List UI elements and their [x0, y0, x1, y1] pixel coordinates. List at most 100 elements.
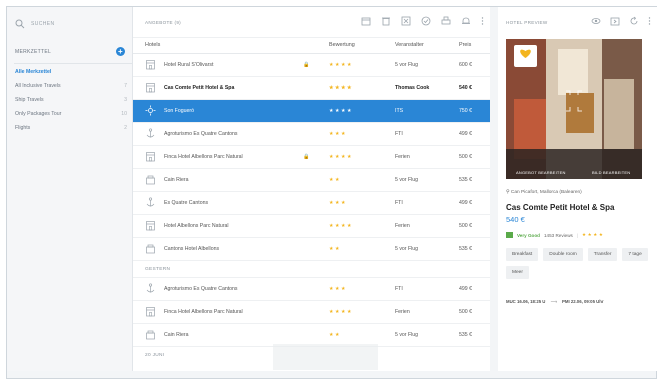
merkzettel-list: Alle Merkzettel All Inclusive Travels 7 Shi… [15, 69, 127, 139]
price-cell: 499 € [459, 131, 472, 137]
offers-title: ANGEBOTE (9) [145, 20, 182, 25]
house-icon [146, 175, 155, 185]
operator-cell: 5 vor Flug [395, 62, 419, 68]
table-row[interactable]: Es Quatre Cantons ★★★ FTI 499 € [133, 192, 490, 215]
tag-list: Breakfast Double room Transfer 7 tage Meer [506, 248, 651, 279]
sidebar-item[interactable]: Only Packages Tour 10 [15, 111, 127, 117]
hotel-photo[interactable]: ANGEBOT BEARBEITEN BILD BEARBEITEN [506, 39, 642, 179]
trip-rating-icon [506, 232, 513, 238]
feature-tag[interactable]: Double room [543, 248, 583, 261]
stars-cell: ★★ [329, 332, 341, 338]
col-hotels[interactable]: Hotels [145, 42, 160, 48]
operator-cell: FTI [395, 286, 403, 292]
table-row[interactable]: Cas Comte Petit Hotel & Spa ★★★★ Thomas Co… [133, 77, 490, 100]
group-label: GESTERN [145, 267, 171, 272]
price-cell: 500 € [459, 309, 472, 315]
operator-cell: 5 vor Flug [395, 246, 419, 252]
hotel-name: Cas Comte Petit Hotel & Spa [506, 203, 615, 212]
share-icon[interactable] [610, 16, 620, 26]
col-operator[interactable]: Veranstalter [395, 42, 424, 48]
hotel-building-icon [146, 152, 155, 162]
hotel-name-cell: Cantons Hotel Albellons [164, 246, 220, 252]
price-cell: 750 € [459, 108, 472, 114]
sidebar-item[interactable]: Alle Merkzettel [15, 69, 127, 75]
table-row[interactable]: Agroturismo Es Quatre Cantons ★★★ FTI 499 € [133, 123, 490, 146]
flight-back: PMI 22.06, 09:05 Uhr [562, 299, 604, 304]
edit-offer-button[interactable]: ANGEBOT BEARBEITEN [516, 170, 566, 175]
table-row[interactable]: Hotel Albellons Parc Natural ★★★★ Ferien 50… [133, 215, 490, 238]
feature-tag[interactable]: 7 tage [622, 248, 648, 261]
hotel-building-icon [146, 307, 155, 317]
operator-cell: Ferien [395, 309, 410, 315]
close-box-icon[interactable] [401, 16, 411, 26]
offers-toolbar: ANGEBOTE (9) [133, 7, 490, 38]
search-box[interactable]: SUCHEN [15, 19, 55, 29]
table-row[interactable]: Finca Hotel Albellons Parc Natural ★★★★ Fe… [133, 301, 490, 324]
flight-arrow-icon: ⟶ [550, 299, 557, 304]
sidebar: SUCHEN MERKZETTEL + Alle Merkzettel All I… [7, 7, 133, 371]
price-cell: 499 € [459, 200, 472, 206]
hotel-name-cell: Es Quatre Cantons [164, 200, 209, 206]
sidebar-item-meta: 10 [121, 111, 127, 117]
anchor-icon [146, 197, 155, 207]
hotel-building-icon [146, 60, 155, 70]
add-list-button[interactable]: + [116, 47, 125, 56]
hotel-price: 540 € [506, 215, 525, 224]
feature-tag[interactable]: Breakfast [506, 248, 539, 261]
hotel-name-cell: Finca Hotel Albellons Parc Natural [164, 154, 243, 160]
price-cell: 499 € [459, 286, 472, 292]
table-row[interactable]: Son Fogueró ★★★★ ITS 750 € [133, 100, 490, 123]
price-cell: 500 € [459, 154, 472, 160]
stars-cell: ★★★★ [329, 154, 353, 160]
sidebar-item-meta: 7 [124, 83, 127, 89]
sidebar-item-label: Alle Merkzettel [15, 69, 52, 75]
anchor-icon [146, 128, 155, 138]
col-rating[interactable]: Bewertung [329, 42, 355, 48]
operator-cell: Ferien [395, 154, 410, 160]
operator-cell: 5 vor Flug [395, 177, 419, 183]
feature-tag[interactable]: Transfer [587, 248, 618, 261]
stars-cell: ★★★ [329, 131, 347, 137]
merkzettel-title: MERKZETTEL [15, 48, 52, 55]
sidebar-item-count: 7 [124, 83, 127, 89]
calendar-icon[interactable] [361, 16, 371, 26]
bell-icon[interactable] [461, 16, 471, 26]
operator-cell: Ferien [395, 223, 410, 229]
more-icon[interactable] [648, 16, 651, 26]
hotel-name-cell: Hotel Rural S'Olivarst [164, 62, 214, 68]
table-row[interactable]: Cain Riera ★★ 5 vor Flug 535 € [133, 169, 490, 192]
print-icon[interactable] [441, 16, 451, 26]
sidebar-item[interactable]: All Inclusive Travels 7 [15, 83, 127, 89]
table-row[interactable]: Agroturismo Es Quatre Cantons ★★★ FTI 499 € [133, 278, 490, 301]
table-row[interactable]: Finca Hotel Albellons Parc Natural 🔒 ★★★★ F… [133, 146, 490, 169]
hotel-name-cell: Cas Comte Petit Hotel & Spa [164, 85, 235, 91]
pager-overlay [273, 344, 378, 370]
check-circle-icon[interactable] [421, 16, 431, 26]
sidebar-item[interactable]: Ship Travels 3 [15, 97, 127, 103]
table-row[interactable]: Hotel Rural S'Olivarst 🔒 ★★★★ 5 vor Flug 600… [133, 54, 490, 77]
hotel-building-icon [146, 221, 155, 231]
flight-info: MUC 16.06, 18:25 U ⟶ PMI 22.06, 09:05 Uh… [506, 299, 604, 305]
refresh-icon[interactable] [629, 16, 639, 26]
col-price[interactable]: Preis [459, 42, 471, 48]
edit-image-button[interactable]: BILD BEARBEITEN [592, 170, 630, 175]
house-icon [146, 330, 155, 340]
sidebar-item-count: 10 [121, 111, 127, 117]
stars-cell: ★★★★ [329, 108, 353, 114]
sidebar-item-label: Flights [15, 125, 31, 131]
sidebar-item[interactable]: Flights 2 [15, 125, 127, 131]
feature-tag[interactable]: Meer [506, 266, 529, 279]
eye-icon[interactable] [591, 16, 601, 26]
more-icon[interactable] [481, 16, 484, 26]
divider [14, 63, 132, 64]
price-cell: 600 € [459, 62, 472, 68]
stars-cell: ★★★★ [329, 85, 353, 91]
price-cell: 500 € [459, 223, 472, 229]
trash-icon[interactable] [381, 16, 391, 26]
search-placeholder: SUCHEN [31, 21, 55, 27]
stars-cell: ★★ [329, 246, 341, 252]
separator: | [576, 232, 579, 238]
table-header: Hotels Bewertung Veranstalter Preis [133, 37, 490, 54]
table-row[interactable]: Cantons Hotel Albellons ★★ 5 vor Flug 535 € [133, 238, 490, 261]
hotel-name-cell: Finca Hotel Albellons Parc Natural [164, 309, 243, 315]
